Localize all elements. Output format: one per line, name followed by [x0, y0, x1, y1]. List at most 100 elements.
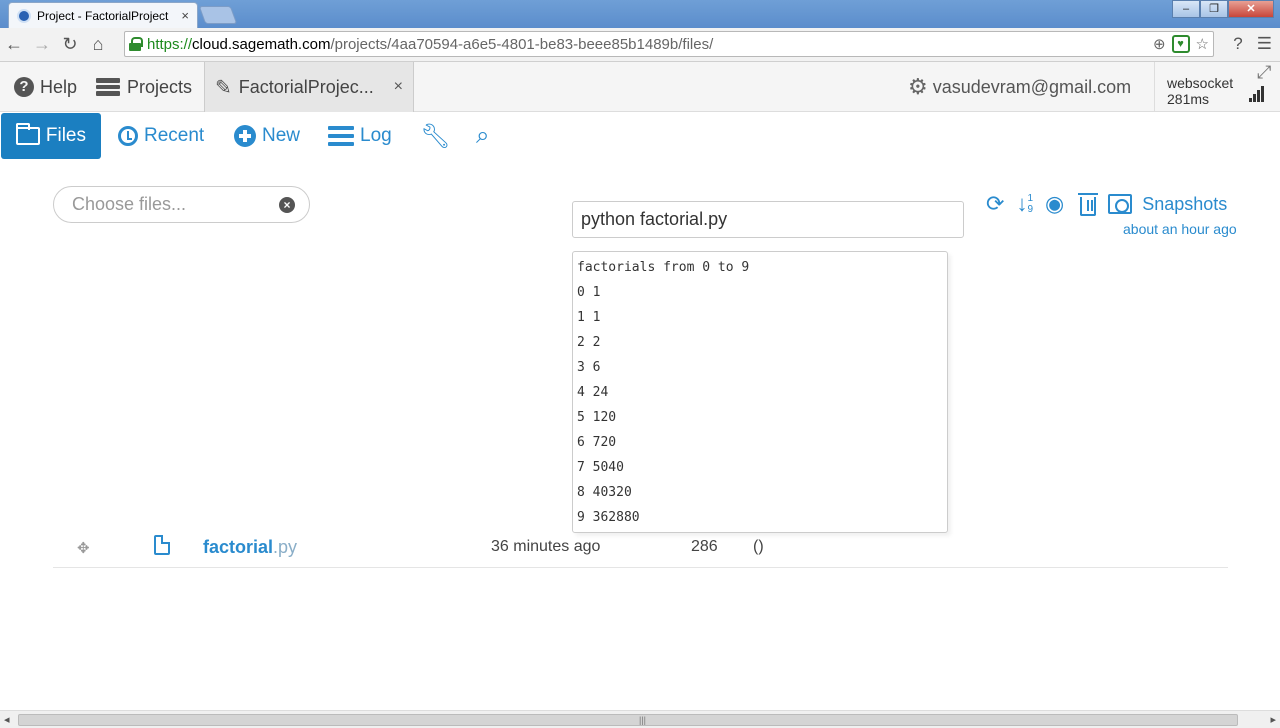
- clock-icon: [118, 126, 138, 146]
- output-line: factorials from 0 to 9: [577, 260, 750, 275]
- file-name-base: factorial: [203, 537, 274, 557]
- camera-snapshot-icon[interactable]: [1108, 194, 1133, 214]
- recent-button[interactable]: Recent: [118, 113, 204, 159]
- recent-label: Recent: [144, 125, 205, 146]
- omnibox-icons: ⊕ ♥ ☆: [1153, 35, 1209, 53]
- output-line: 4 24: [577, 385, 609, 400]
- help-label: Help: [40, 76, 78, 97]
- connection-type: websocket: [1167, 75, 1234, 91]
- settings-wrench-icon[interactable]: 🔧︎: [420, 113, 450, 159]
- file-extra: (): [753, 538, 764, 555]
- help-circle-icon[interactable]: ?: [1233, 34, 1242, 54]
- browser-tab-close-icon[interactable]: ×: [181, 8, 189, 23]
- projects-nav[interactable]: Projects: [96, 62, 192, 112]
- new-button[interactable]: New: [234, 113, 300, 159]
- trash-icon[interactable]: [1078, 192, 1099, 216]
- sort-arrow-icon: ↓: [1016, 191, 1028, 216]
- search-icon[interactable]: ⌕: [476, 113, 489, 159]
- url-scheme: https://: [147, 35, 193, 53]
- sagemath-favicon-icon: [17, 8, 31, 23]
- project-tab[interactable]: ✎ FactorialProjec... ×: [204, 62, 414, 112]
- log-label: Log: [360, 125, 392, 146]
- url-host: cloud.sagemath.com: [192, 35, 331, 53]
- extension-shield-icon[interactable]: ♥: [1171, 35, 1190, 53]
- refresh-icon[interactable]: ⟳: [986, 191, 1004, 217]
- connection-latency: 281ms: [1167, 91, 1210, 107]
- bookmark-star-icon[interactable]: ☆: [1196, 35, 1209, 53]
- secure-lock-icon: [129, 37, 143, 51]
- files-label: Files: [45, 125, 86, 146]
- terminal-command-input[interactable]: python factorial.py: [572, 201, 964, 238]
- files-button[interactable]: Files: [1, 113, 101, 159]
- user-email: vasudevram@gmail.com: [932, 76, 1132, 97]
- close-project-tab-icon[interactable]: ×: [394, 78, 403, 96]
- output-line: 7 5040: [577, 460, 624, 475]
- fullscreen-expand-icon[interactable]: ⤢: [1257, 62, 1271, 83]
- url-path: /projects/4aa70594-a6e5-4801-be83-beee85…: [330, 35, 714, 53]
- maximize-button[interactable]: ❐: [1200, 0, 1228, 18]
- question-circle-icon: ?: [14, 77, 34, 97]
- close-window-button[interactable]: ✕: [1228, 0, 1274, 18]
- zoom-icon[interactable]: ⊕: [1153, 35, 1166, 53]
- output-line: 5 120: [577, 410, 617, 425]
- edit-icon: ✎: [215, 76, 232, 99]
- table-row[interactable]: ✥ factorial.py 36 minutes ago 286 (): [53, 528, 1228, 568]
- minimize-button[interactable]: ‒: [1172, 0, 1200, 18]
- forward-icon[interactable]: →: [28, 34, 56, 55]
- scroll-right-icon[interactable]: ▸: [1270, 713, 1276, 726]
- plus-circle-icon: [234, 125, 256, 147]
- browser-tab-title: Project - FactorialProject: [37, 8, 169, 23]
- file-tools: ⟳ ↓ 1 9 ◉ Snapshots: [986, 190, 1227, 218]
- file-name-link[interactable]: factorial.py: [203, 537, 297, 558]
- command-output: factorials from 0 to 9 0 1 1 1 2 2 3 6 4 24 5 …: [572, 251, 948, 533]
- connection-status[interactable]: websocket 281ms ⤢: [1154, 62, 1280, 112]
- file-name-ext: .py: [273, 537, 298, 557]
- sort-bottom-number: 9: [1027, 204, 1033, 215]
- file-search-box: ×: [53, 186, 310, 223]
- grip-icon: |||: [639, 715, 647, 725]
- browser-tab[interactable]: Project - FactorialProject ×: [8, 2, 198, 28]
- account-nav[interactable]: ⚙ vasudevram@gmail.com: [908, 62, 1131, 112]
- reload-icon[interactable]: ↻: [56, 34, 84, 55]
- output-line: 8 40320: [577, 485, 632, 500]
- address-bar[interactable]: https:// cloud.sagemath.com /projects/4a…: [124, 31, 1214, 57]
- signal-strength-icon: [1249, 84, 1264, 102]
- output-line: 6 720: [577, 435, 617, 450]
- file-size: 286: [691, 538, 718, 555]
- gear-icon: ⚙: [908, 74, 928, 99]
- sort-top-number: 1: [1027, 193, 1033, 204]
- back-icon[interactable]: ←: [0, 34, 28, 55]
- file-modified: 36 minutes ago: [491, 538, 601, 555]
- snapshots-time[interactable]: about an hour ago: [1123, 221, 1237, 237]
- snapshots-link[interactable]: Snapshots: [1142, 194, 1227, 215]
- sort-numeric-icon[interactable]: ↓ 1 9: [1016, 191, 1033, 217]
- browser-toolbar-right: ? ☰: [1233, 34, 1272, 54]
- scroll-left-icon[interactable]: ◂: [4, 713, 10, 726]
- list-icon: [328, 126, 354, 146]
- drag-handle-icon[interactable]: ✥: [77, 539, 90, 557]
- server-icon: [96, 78, 120, 97]
- output-line: 3 6: [577, 360, 601, 375]
- log-button[interactable]: Log: [328, 113, 392, 159]
- output-line: 1 1: [577, 310, 601, 325]
- app-top-bar: ? Help Projects ✎ FactorialProjec... × ⚙…: [0, 62, 1280, 112]
- sort-numbers: 1 9: [1027, 193, 1033, 215]
- browser-menu-icon[interactable]: ☰: [1257, 34, 1272, 54]
- hidden-files-eye-icon[interactable]: ◉: [1045, 191, 1064, 217]
- projects-label: Projects: [127, 76, 193, 97]
- scrollbar-thumb[interactable]: |||: [18, 714, 1238, 726]
- connection-text: websocket 281ms: [1167, 75, 1233, 107]
- new-tab-button[interactable]: [198, 6, 238, 24]
- clear-search-icon[interactable]: ×: [279, 197, 295, 213]
- output-line: 2 2: [577, 335, 601, 350]
- file-icon: [154, 535, 170, 555]
- output-line: 0 1: [577, 285, 601, 300]
- window-controls: ‒ ❐ ✕: [1172, 0, 1274, 18]
- horizontal-scrollbar[interactable]: ◂ ||| ▸: [0, 710, 1280, 728]
- folder-open-icon: [15, 123, 40, 145]
- browser-tabstrip: Project - FactorialProject × ‒ ❐ ✕: [0, 0, 1280, 28]
- file-search-input[interactable]: [72, 194, 272, 215]
- help-nav[interactable]: ? Help: [14, 62, 77, 112]
- new-label: New: [262, 125, 301, 146]
- home-icon[interactable]: ⌂: [84, 34, 112, 55]
